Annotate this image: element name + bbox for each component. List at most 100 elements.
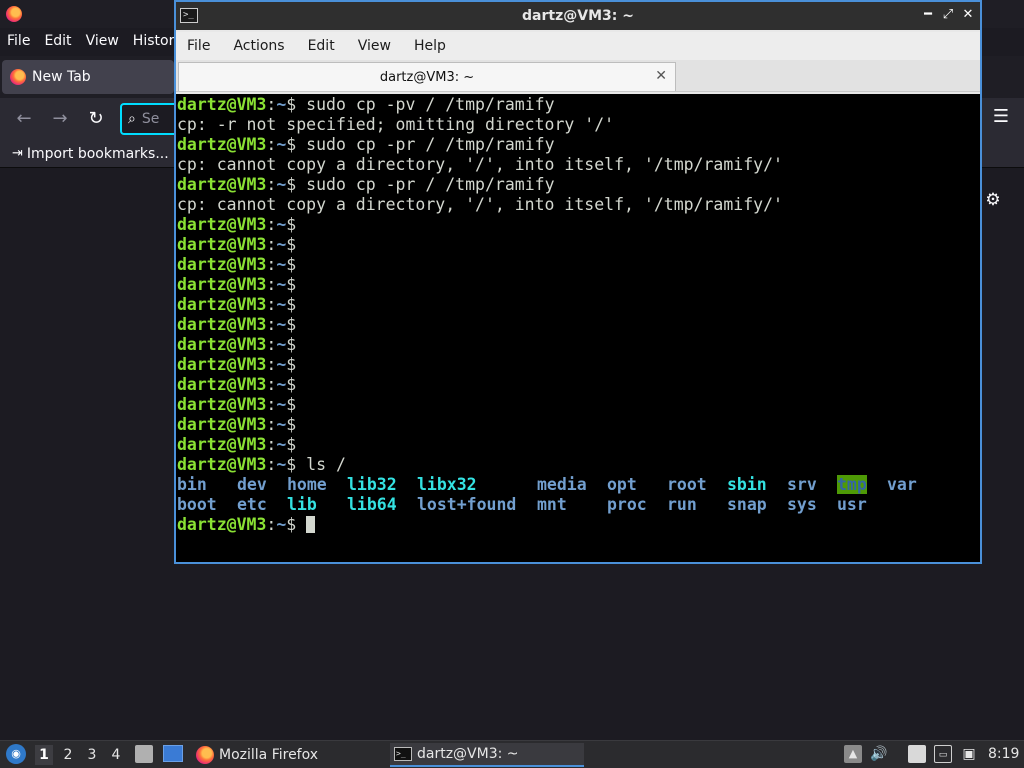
prompt-user: dartz@VM3: [177, 455, 267, 474]
terminal-command-line: dartz@VM3:~$: [177, 255, 980, 275]
terminal-output-line: cp: cannot copy a directory, '/', into i…: [177, 155, 980, 175]
terminal-icon: >_: [394, 747, 412, 761]
terminal-menu-file[interactable]: File: [176, 38, 222, 54]
ls-cell: lib: [287, 495, 347, 515]
ls-cell: tmp: [837, 475, 887, 495]
prompt-symbol: $: [286, 295, 297, 314]
minimize-icon[interactable]: ━: [920, 7, 936, 23]
taskbar-terminal[interactable]: >_ dartz@VM3: ~: [390, 743, 584, 767]
prompt-separator: :: [266, 175, 277, 194]
prompt-separator: :: [266, 435, 277, 454]
ls-entry: root: [667, 475, 707, 494]
file-manager-icon[interactable]: [135, 745, 153, 763]
firefox-tab-icon: [10, 69, 26, 85]
ls-output-row: boot etc lib lib64 lost+found mnt proc run snap s…: [177, 495, 980, 515]
firefox-menu-view[interactable]: View: [79, 33, 126, 49]
prompt-user: dartz@VM3: [177, 375, 267, 394]
ls-entry: sys: [787, 495, 817, 514]
prompt-separator: :: [266, 295, 277, 314]
ls-cell: lost+found: [417, 495, 537, 515]
prompt-symbol: $: [286, 415, 297, 434]
prompt-path: ~: [276, 315, 287, 334]
ls-cell: proc: [607, 495, 667, 515]
prompt-separator: :: [266, 275, 277, 294]
workspace-2[interactable]: 2: [59, 745, 77, 765]
ls-entry: bin: [177, 475, 207, 494]
forward-arrow-icon[interactable]: →: [49, 108, 71, 130]
ls-entry: dev: [237, 475, 267, 494]
firefox-menu-edit[interactable]: Edit: [37, 33, 78, 49]
tab-close-icon[interactable]: ✕: [655, 68, 667, 84]
prompt-separator: :: [266, 395, 277, 414]
prompt-path: ~: [276, 335, 287, 354]
prompt-user: dartz@VM3: [177, 515, 267, 534]
prompt-separator: :: [266, 215, 277, 234]
terminal-command-line: dartz@VM3:~$: [177, 215, 980, 235]
taskbar-firefox[interactable]: Mozilla Firefox: [192, 743, 382, 767]
ls-cell: opt: [607, 475, 667, 495]
ls-entry: media: [537, 475, 587, 494]
prompt-path: ~: [276, 255, 287, 274]
prompt-path: ~: [276, 435, 287, 454]
network-icon[interactable]: ▭: [934, 745, 952, 763]
terminal-command-line: dartz@VM3:~$: [177, 235, 980, 255]
close-icon[interactable]: ✕: [960, 7, 976, 23]
ls-cell: srv: [787, 475, 837, 495]
command-text: sudo cp -pr / /tmp/ramify: [296, 175, 555, 194]
gear-icon[interactable]: ⚙: [983, 190, 1003, 210]
prompt-symbol: $: [286, 95, 297, 114]
ls-entry: tmp: [837, 475, 867, 494]
import-bookmarks-link[interactable]: Import bookmarks...: [27, 146, 169, 162]
terminal-command-line: dartz@VM3:~$ ls /: [177, 455, 980, 475]
prompt-path: ~: [276, 395, 287, 414]
ls-cell: lib64: [347, 495, 417, 515]
taskbar-terminal-label: dartz@VM3: ~: [417, 746, 519, 762]
ls-entry: proc: [607, 495, 647, 514]
terminal-menu-view[interactable]: View: [347, 38, 403, 54]
terminal-menu-help[interactable]: Help: [403, 38, 458, 54]
terminal-menu-edit[interactable]: Edit: [297, 38, 347, 54]
terminal-tab[interactable]: dartz@VM3: ~ ✕: [178, 62, 676, 91]
ls-cell: run: [667, 495, 727, 515]
show-desktop-icon[interactable]: [163, 745, 183, 762]
volume-icon[interactable]: 🔊: [870, 745, 888, 763]
prompt-user: dartz@VM3: [177, 175, 267, 194]
ls-output-row: bin dev home lib32 libx32 media opt root sbin srv…: [177, 475, 980, 495]
terminal-menu-actions[interactable]: Actions: [222, 38, 296, 54]
terminal-cursor: [306, 516, 316, 533]
display-icon[interactable]: ▣: [960, 745, 978, 763]
ls-cell: usr: [837, 495, 887, 515]
start-menu-icon[interactable]: ◉: [6, 744, 26, 764]
firefox-url-bar[interactable]: ⌕ Se: [120, 103, 180, 135]
firefox-icon: [196, 746, 214, 764]
prompt-symbol: $: [286, 235, 297, 254]
command-text: sudo cp -pr / /tmp/ramify: [296, 135, 555, 154]
hamburger-menu-icon[interactable]: ☰: [990, 106, 1012, 128]
prompt-path: ~: [276, 135, 287, 154]
workspace-4[interactable]: 4: [107, 745, 125, 765]
updates-icon[interactable]: ▲: [844, 745, 862, 763]
prompt-separator: :: [266, 315, 277, 334]
prompt-symbol: $: [286, 395, 297, 414]
prompt-user: dartz@VM3: [177, 315, 267, 334]
ls-entry: run: [667, 495, 697, 514]
workspace-3[interactable]: 3: [83, 745, 101, 765]
firefox-tab-new-tab[interactable]: New Tab: [2, 60, 174, 94]
terminal-command-line: dartz@VM3:~$: [177, 395, 980, 415]
prompt-user: dartz@VM3: [177, 235, 267, 254]
prompt-path: ~: [276, 355, 287, 374]
prompt-path: ~: [276, 515, 287, 534]
prompt-user: dartz@VM3: [177, 355, 267, 374]
ls-cell: libx32: [417, 475, 537, 495]
terminal-output[interactable]: dartz@VM3:~$ sudo cp -pv / /tmp/ramify cp…: [176, 94, 980, 562]
back-arrow-icon[interactable]: ←: [13, 108, 35, 130]
firefox-menu-file[interactable]: File: [0, 33, 37, 49]
reload-icon[interactable]: ↻: [85, 108, 107, 130]
clipboard-icon[interactable]: [908, 745, 926, 763]
maximize-icon[interactable]: ⤢: [940, 7, 956, 23]
terminal-command-line: dartz@VM3:~$: [177, 335, 980, 355]
workspace-1[interactable]: 1: [35, 745, 53, 765]
prompt-symbol: $: [286, 435, 297, 454]
prompt-symbol: $: [286, 215, 297, 234]
